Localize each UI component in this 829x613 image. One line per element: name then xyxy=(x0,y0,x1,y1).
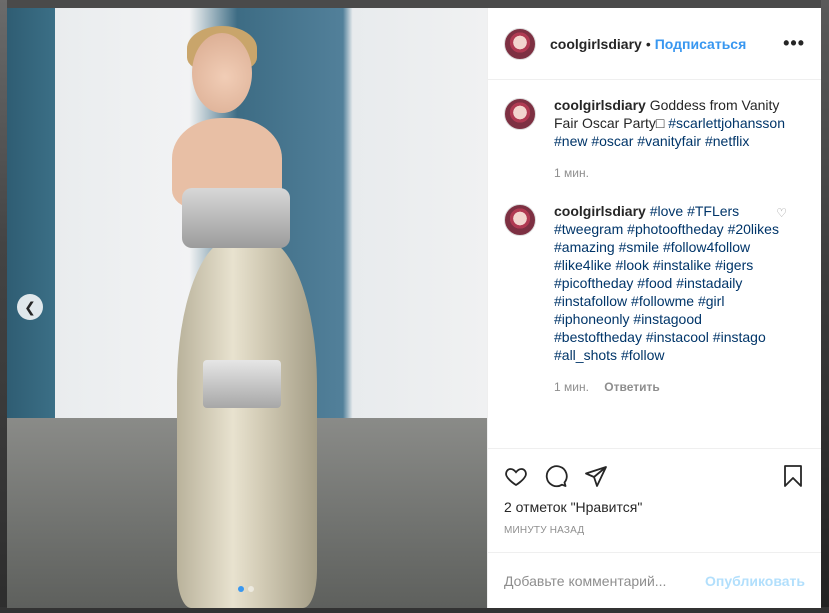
post-header: coolgirlsdiary • Подписаться ••• xyxy=(488,8,821,80)
caption-hashtag-link[interactable]: #new xyxy=(554,133,587,149)
avatar[interactable] xyxy=(504,204,536,236)
comment-hashtag-link[interactable]: #follow xyxy=(621,347,665,363)
photo-head xyxy=(192,33,252,113)
carousel-prev-button[interactable]: ❮ xyxy=(17,294,43,320)
comment-hashtag-link[interactable]: #photooftheday xyxy=(627,221,724,237)
comment-time[interactable]: 1 мин. xyxy=(554,380,589,394)
background-page-left xyxy=(0,0,7,613)
carousel-dot xyxy=(238,586,244,592)
carousel-dots xyxy=(238,586,254,592)
comment-hashtag-link[interactable]: #20likes xyxy=(728,221,779,237)
post-modal: ❮ coolgirlsdiary • Подписаться ••• coolg… xyxy=(7,8,821,608)
comment-hashtag-link[interactable]: #follow4follow xyxy=(663,239,750,255)
comment-hashtag-link[interactable]: #instadaily xyxy=(676,275,742,291)
comment-hashtag-link[interactable]: #iphoneonly xyxy=(554,311,630,327)
comment-input[interactable] xyxy=(504,572,706,589)
post-sidebar: coolgirlsdiary • Подписаться ••• coolgir… xyxy=(487,8,821,608)
add-comment-bar: Опубликовать xyxy=(488,552,821,608)
caption-hashtag-link[interactable]: #netflix xyxy=(705,133,749,149)
more-options-icon[interactable]: ••• xyxy=(783,33,805,54)
caption-username[interactable]: coolgirlsdiary xyxy=(554,97,646,113)
comment-hashtag-link[interactable]: #bestoftheday xyxy=(554,329,642,345)
background-page-top xyxy=(0,0,829,8)
post-photo: ❮ xyxy=(7,8,487,608)
photo-clutch xyxy=(203,360,281,408)
comment-hashtag-link[interactable]: #look xyxy=(615,257,648,273)
avatar[interactable] xyxy=(504,27,536,60)
photo-bodice xyxy=(182,188,290,248)
caption: coolgirlsdiary Goddess from Vanity Fair … xyxy=(504,96,805,182)
actions-area: 2 отметок "Нравится" МИНУТУ НАЗАД xyxy=(488,448,821,552)
comment-hashtag-link[interactable]: #instagood xyxy=(633,311,702,327)
caption-hashtag-link[interactable]: #oscar xyxy=(591,133,633,149)
comment-hashtag-link[interactable]: #love xyxy=(650,203,683,219)
comment-hashtag-link[interactable]: #TFLers xyxy=(687,203,739,219)
comment-hashtag-link[interactable]: #smile xyxy=(619,239,659,255)
action-bar xyxy=(504,453,805,499)
comment-hashtag-link[interactable]: #instalike xyxy=(653,257,711,273)
chevron-left-icon: ❮ xyxy=(24,298,36,315)
heart-icon[interactable] xyxy=(504,464,528,488)
comment-icon[interactable] xyxy=(544,464,568,488)
avatar[interactable] xyxy=(504,98,536,130)
comment-hashtags: #love #TFLers #tweegram #photooftheday #… xyxy=(554,203,779,363)
comment-hashtag-link[interactable]: #instafollow xyxy=(554,293,627,309)
comment-hashtag-link[interactable]: #like4like xyxy=(554,257,612,273)
photo-gown xyxy=(177,238,317,608)
comments-list[interactable]: coolgirlsdiary Goddess from Vanity Fair … xyxy=(488,80,821,448)
comment-item: coolgirlsdiary #love #TFLers #tweegram #… xyxy=(504,202,805,396)
follow-button[interactable]: Подписаться xyxy=(655,36,747,52)
comment-hashtag-link[interactable]: #igers xyxy=(715,257,753,273)
caption-hashtag-link[interactable]: #scarlettjohansson xyxy=(668,115,785,131)
post-timestamp[interactable]: МИНУТУ НАЗАД xyxy=(504,525,805,536)
share-icon[interactable] xyxy=(584,464,608,488)
comment-hashtag-link[interactable]: #picoftheday xyxy=(554,275,633,291)
header-separator: • xyxy=(645,35,651,52)
comment-hashtag-link[interactable]: #instago xyxy=(713,329,766,345)
likes-count[interactable]: 2 отметок "Нравится" xyxy=(504,499,805,515)
reply-button[interactable]: Ответить xyxy=(604,380,659,394)
comment-hashtag-link[interactable]: #followme xyxy=(631,293,694,309)
comment-hashtag-link[interactable]: #all_shots xyxy=(554,347,617,363)
comment-hashtag-link[interactable]: #food xyxy=(637,275,672,291)
comment-hashtag-link[interactable]: #amazing xyxy=(554,239,615,255)
comment-hashtag-link[interactable]: #instacool xyxy=(646,329,709,345)
background-page-right xyxy=(821,0,829,613)
header-username[interactable]: coolgirlsdiary xyxy=(550,36,642,52)
comment-username[interactable]: coolgirlsdiary xyxy=(554,203,646,219)
comment-hashtag-link[interactable]: #tweegram xyxy=(554,221,623,237)
carousel-dot xyxy=(248,586,254,592)
bookmark-icon[interactable] xyxy=(781,464,805,488)
comment-like-icon[interactable]: ♡ xyxy=(776,206,787,220)
comment-hashtag-link[interactable]: #girl xyxy=(698,293,724,309)
post-comment-button[interactable]: Опубликовать xyxy=(705,573,805,589)
caption-hashtag-link[interactable]: #vanityfair xyxy=(637,133,701,149)
caption-time[interactable]: 1 мин. xyxy=(554,166,589,180)
